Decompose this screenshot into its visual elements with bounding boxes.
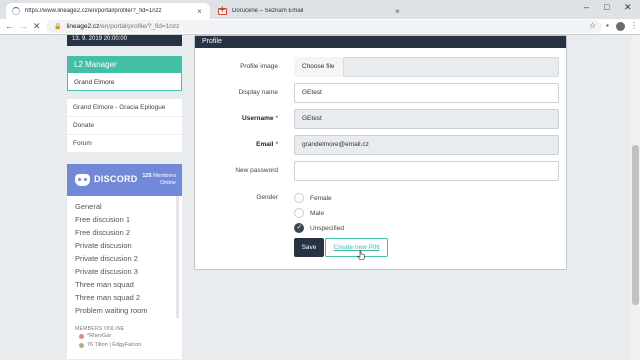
sidebar-link-server[interactable]: Grand Elmore - Gracia Epilogue	[67, 99, 182, 117]
url-path: /en/portal/profile/?_fid=1nzz	[99, 23, 180, 30]
radio-checked-icon	[294, 223, 304, 233]
profile-image-row: Profile image Choose file	[195, 57, 568, 77]
l2-manager-item[interactable]: Grand Elmore	[68, 73, 181, 92]
tab-title: https://www.lineage2.cz/en/portal/profil…	[25, 8, 162, 14]
username-label: Username *	[242, 109, 278, 129]
radio-icon	[294, 208, 304, 218]
gender-label: Gender	[256, 194, 278, 201]
channel-item[interactable]: Free discusion 1	[75, 213, 176, 226]
forward-icon[interactable]: →	[19, 21, 28, 31]
browser-tab-bar: https://www.lineage2.cz/en/portal/profil…	[0, 0, 640, 19]
bookmark-star-icon[interactable]: ☆	[589, 21, 596, 30]
l2-manager-title: L2 Manager	[68, 57, 181, 73]
gender-row: Gender	[195, 192, 568, 204]
tab-title: Doručené – Seznam Email	[232, 8, 304, 14]
radio-icon	[294, 193, 304, 203]
l2-manager-card: L2 Manager Grand Elmore	[67, 56, 182, 91]
gender-option-unspecified[interactable]: Unspecified	[294, 222, 344, 234]
email-input: grandelmore@email.cz	[294, 135, 559, 155]
username-label-text: Username	[242, 115, 274, 122]
extension-icon[interactable]: ▪	[606, 21, 609, 30]
hand-cursor-icon	[357, 250, 365, 260]
sidebar-link-forum[interactable]: Forum	[67, 135, 182, 153]
discord-header: DISCORD 125 Members Online	[67, 164, 182, 196]
menu-icon[interactable]: ⋮	[630, 21, 638, 30]
profile-avatar-icon[interactable]	[616, 22, 625, 31]
members-label: Members	[153, 173, 176, 179]
online-user-name: *RhevGar	[87, 333, 112, 339]
tab-lineage2-profile[interactable]: https://www.lineage2.cz/en/portal/profil…	[6, 3, 210, 19]
online-label: Online	[160, 180, 176, 186]
browser-toolbar: ← → ✕ 🔒 lineage2.cz/en/portal/profile/?_…	[0, 19, 640, 35]
user-avatar-icon	[79, 343, 84, 348]
minimize-icon[interactable]: –	[584, 2, 589, 12]
channel-item[interactable]: Private discusion	[75, 239, 176, 252]
server-date: 13. 9. 2019 20:00:00	[67, 35, 182, 46]
server-links-card: Grand Elmore - Gracia Epilogue Donate Fo…	[67, 99, 182, 153]
email-label-text: Email	[256, 141, 274, 148]
maximize-icon[interactable]: □	[604, 2, 609, 12]
panel-title: Profile	[195, 36, 566, 48]
lock-icon: 🔒	[54, 24, 62, 30]
new-password-label: New password	[235, 167, 278, 174]
url-host: lineage2.cz	[66, 23, 100, 30]
online-user-name: 76 Tilton | EdgyFalcon	[87, 342, 142, 348]
online-user[interactable]: 76 Tilton | EdgyFalcon	[67, 341, 182, 350]
discord-members-online: 125 Members Online	[142, 173, 176, 187]
discord-name: DISCORD	[94, 174, 138, 184]
discord-channel-list[interactable]: General Free discusion 1 Free discusion …	[67, 196, 179, 318]
username-input: GEtest	[294, 109, 559, 129]
channel-item[interactable]: Free discusion 2	[75, 226, 176, 239]
stop-loading-icon[interactable]: ✕	[33, 21, 41, 32]
email-row: Email * grandelmore@email.cz	[195, 135, 568, 155]
back-icon[interactable]: ←	[5, 21, 14, 31]
page-content: 13. 9. 2019 20:00:00 L2 Manager Grand El…	[0, 35, 631, 360]
page-scrollbar[interactable]	[631, 35, 640, 360]
display-name-row: Display name GEtest	[195, 83, 568, 103]
required-marker: *	[275, 141, 278, 148]
email-label: Email *	[256, 135, 278, 155]
channel-item[interactable]: Three man squad	[75, 278, 176, 291]
file-name-display	[343, 57, 559, 77]
profile-panel: Profile Profile image Choose file Displa…	[194, 35, 567, 270]
gender-option-label: Unspecified	[310, 224, 344, 232]
user-avatar-icon	[79, 334, 84, 339]
gender-option-female[interactable]: Female	[294, 192, 332, 204]
members-online-heading: MEMBERS ONLINE	[75, 326, 125, 332]
close-tab-icon[interactable]: ×	[393, 7, 402, 16]
gender-option-label: Male	[310, 209, 325, 217]
display-name-input[interactable]: GEtest	[294, 83, 559, 103]
profile-image-label: Profile image	[240, 63, 278, 70]
discord-logo-icon	[75, 174, 90, 186]
channel-item[interactable]: Problem waiting room	[75, 304, 176, 317]
gender-option-male[interactable]: Male	[294, 207, 324, 219]
channel-item[interactable]: General	[75, 200, 176, 213]
close-tab-icon[interactable]: ×	[195, 7, 204, 16]
members-count: 125	[142, 173, 152, 179]
save-button[interactable]: Save	[294, 238, 324, 257]
address-bar[interactable]: 🔒 lineage2.cz/en/portal/profile/?_fid=1n…	[46, 20, 602, 33]
discord-widget: DISCORD 125 Members Online General Free …	[67, 164, 182, 359]
username-row: Username * GEtest	[195, 109, 568, 129]
scrollbar-thumb[interactable]	[632, 145, 639, 305]
channel-item[interactable]: Private discusion 2	[75, 252, 176, 265]
online-user[interactable]: *RhevGar	[67, 332, 182, 341]
display-name-label: Display name	[238, 89, 278, 96]
gender-option-label: Female	[310, 194, 332, 202]
channel-item[interactable]: Private discusion 3	[75, 265, 176, 278]
sidebar-link-donate[interactable]: Donate	[67, 117, 182, 135]
required-marker: *	[275, 115, 278, 122]
choose-file-button[interactable]: Choose file	[294, 57, 343, 77]
loading-spinner-icon	[12, 7, 20, 15]
tab-seznam-email[interactable]: Doručené – Seznam Email ×	[212, 3, 408, 19]
new-password-row: New password	[195, 161, 568, 181]
new-tab-button[interactable]: +	[219, 4, 225, 16]
new-password-input[interactable]	[294, 161, 559, 181]
channel-item[interactable]: Three man squad 2	[75, 291, 176, 304]
close-window-icon[interactable]: ✕	[624, 2, 632, 13]
